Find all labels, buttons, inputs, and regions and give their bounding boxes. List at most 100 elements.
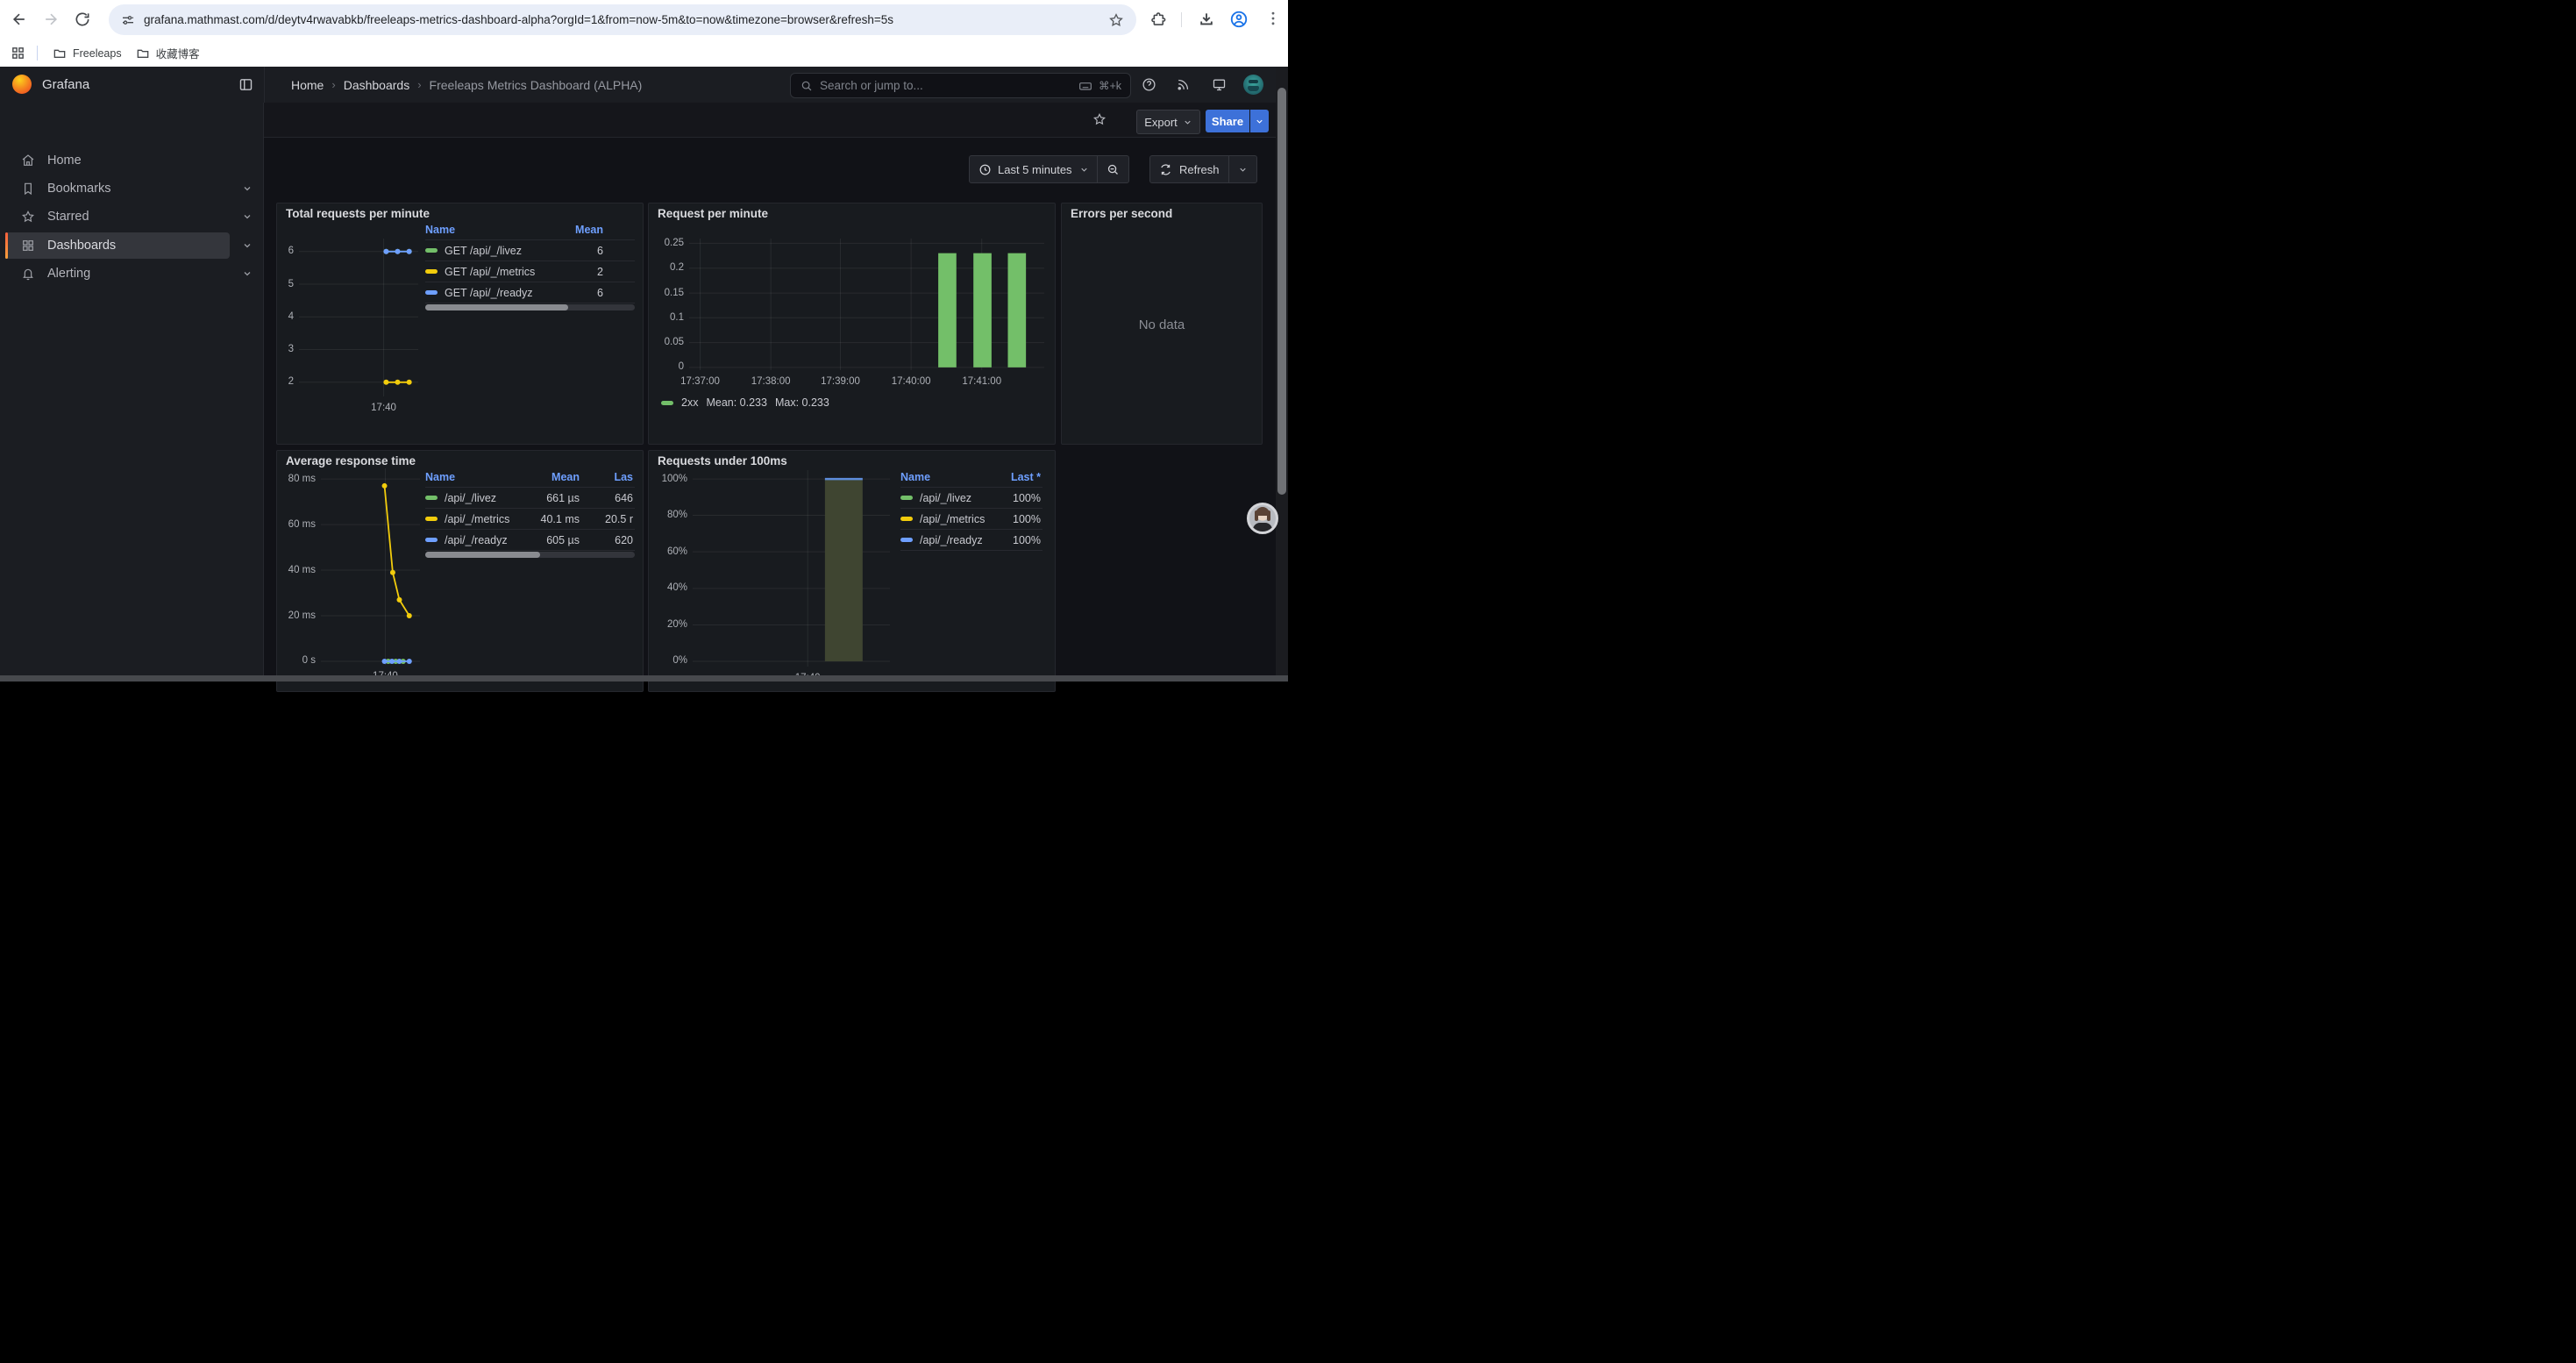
data-point [383, 380, 388, 385]
bookmark-item[interactable]: 收藏博客 [129, 39, 207, 67]
sidebar-item-home[interactable]: Home [5, 147, 230, 174]
legend-row: GET /api/_/livez6 [425, 240, 635, 261]
apps-grid-icon[interactable] [11, 46, 25, 61]
chart-plot-area[interactable] [689, 239, 1044, 370]
legend-row: /api/_/readyz100% [900, 530, 1042, 551]
legend-series-name[interactable]: /api/_/readyz [900, 534, 995, 546]
legend-series-name[interactable]: GET /api/_/metrics [425, 266, 551, 278]
forward-icon[interactable] [42, 11, 60, 28]
assistant-avatar[interactable] [1247, 503, 1278, 534]
grafana-header: Grafana Home›Dashboards›Freeleaps Metric… [0, 67, 1288, 103]
profile-icon[interactable] [1229, 10, 1249, 29]
panel-title[interactable]: Average response time [286, 454, 416, 467]
panel-errors-per-second: Errors per second No data [1061, 203, 1263, 445]
legend-scrollbar[interactable] [425, 552, 635, 558]
panel-title[interactable]: Request per minute [658, 207, 768, 220]
legend-series-name[interactable]: GET /api/_/readyz [425, 287, 551, 299]
y-axis-tick-label: 6 [255, 246, 294, 256]
chevron-down-icon[interactable] [1238, 165, 1248, 175]
site-settings-icon[interactable] [121, 13, 135, 27]
legend-series-name[interactable]: /api/_/readyz [425, 534, 525, 546]
chevron-down-icon[interactable] [242, 240, 253, 251]
share-button[interactable]: Share [1206, 110, 1249, 132]
sidebar-item-label: Starred [47, 210, 89, 224]
legend-col-header[interactable]: Mean [525, 471, 581, 483]
series-color-chip [900, 496, 913, 500]
breadcrumb-item[interactable]: Home [291, 78, 324, 92]
chart-plot-area[interactable] [693, 470, 890, 667]
kiosk-monitor-icon[interactable] [1212, 77, 1227, 92]
sidebar-item-bookmarks[interactable]: Bookmarks [5, 175, 230, 202]
search-input[interactable]: Search or jump to... ⌘+k [790, 73, 1131, 98]
series-name[interactable]: 2xx [681, 396, 698, 409]
grafana-logo[interactable] [12, 75, 32, 94]
bookmark-star-icon[interactable] [1108, 12, 1124, 28]
x-axis-tick-label: 17:41:00 [951, 376, 1013, 387]
legend-value: 6 [551, 287, 605, 299]
panel-title[interactable]: Errors per second [1071, 207, 1172, 220]
breadcrumb-separator-icon: › [324, 78, 343, 91]
legend-series-name[interactable]: /api/_/metrics [900, 513, 995, 525]
url-bar[interactable]: grafana.mathmast.com/d/deytv4rwavabkb/fr… [109, 4, 1136, 35]
search-placeholder: Search or jump to... [820, 79, 1078, 92]
favorite-star-icon[interactable] [1092, 112, 1107, 126]
sidebar-item-alerting[interactable]: Alerting [5, 260, 230, 287]
news-rss-icon[interactable] [1176, 77, 1191, 92]
downloads-icon[interactable] [1198, 11, 1215, 28]
chevron-down-icon[interactable] [242, 268, 253, 279]
export-button[interactable]: Export [1136, 110, 1200, 134]
y-axis-tick-label: 0% [649, 655, 687, 666]
star-icon [21, 210, 35, 224]
legend-col-name[interactable]: Name [425, 224, 551, 236]
sidebar: HomeBookmarks Starred DashboardsAlerting [0, 103, 264, 682]
panel-title[interactable]: Total requests per minute [286, 207, 430, 220]
chart-plot-area[interactable] [321, 468, 420, 665]
vertical-scrollbar-thumb[interactable] [1277, 88, 1286, 495]
legend-series-name[interactable]: GET /api/_/livez [425, 245, 551, 257]
chart-plot-area[interactable] [299, 239, 418, 396]
help-icon[interactable] [1142, 77, 1156, 92]
url-text[interactable]: grafana.mathmast.com/d/deytv4rwavabkb/fr… [144, 13, 1099, 26]
y-axis-tick-label: 0.1 [645, 312, 684, 323]
user-avatar[interactable] [1243, 75, 1263, 95]
reload-icon[interactable] [74, 11, 91, 28]
legend-series-name[interactable]: /api/_/livez [900, 492, 995, 504]
time-range-picker[interactable]: Last 5 minutes [969, 155, 1129, 183]
share-menu-button[interactable] [1250, 110, 1269, 132]
bookmark-item[interactable]: Freeleaps [46, 39, 129, 67]
panel-requests-under-100ms: Requests under 100ms NameLast */api/_/li… [648, 450, 1056, 692]
legend-value: 100% [995, 513, 1042, 525]
data-point [382, 483, 388, 489]
clock-icon [978, 163, 992, 176]
breadcrumb-item[interactable]: Dashboards [344, 78, 410, 92]
legend-col-header[interactable]: Las [581, 471, 635, 483]
legend-inline[interactable]: 2xx Mean: 0.233 Max: 0.233 [661, 396, 829, 409]
chevron-down-icon[interactable] [242, 183, 253, 194]
sidebar-item-starred[interactable]: Starred [5, 203, 230, 230]
horizontal-scrollbar[interactable] [0, 675, 1288, 682]
chevron-down-icon[interactable] [242, 211, 253, 222]
menu-icon[interactable] [1264, 10, 1282, 27]
legend-col-header[interactable]: Mean [551, 224, 605, 236]
y-axis-tick-label: 0 s [277, 655, 316, 666]
legend-value: 2 [551, 266, 605, 278]
sidebar-item-dashboards[interactable]: Dashboards [5, 232, 230, 259]
legend-col-name[interactable]: Name [425, 471, 525, 483]
legend-row: /api/_/livez100% [900, 488, 1042, 509]
back-icon[interactable] [11, 11, 28, 28]
y-axis-tick-label: 40 ms [277, 565, 316, 575]
sidebar-toggle-icon[interactable] [238, 77, 253, 92]
refresh-label: Refresh [1179, 163, 1220, 176]
legend-value: 40.1 ms [525, 513, 581, 525]
data-point [389, 659, 395, 664]
zoom-out-icon[interactable] [1107, 163, 1120, 176]
refresh-button[interactable]: Refresh [1149, 155, 1257, 183]
legend-scrollbar[interactable] [425, 304, 635, 310]
legend-series-name[interactable]: /api/_/livez [425, 492, 525, 504]
legend-col-header[interactable]: Last * [995, 471, 1042, 483]
x-axis-tick-label: 17:39:00 [810, 376, 872, 387]
panel-title[interactable]: Requests under 100ms [658, 454, 787, 467]
extensions-icon[interactable] [1150, 11, 1167, 28]
legend-col-name[interactable]: Name [900, 471, 995, 483]
legend-series-name[interactable]: /api/_/metrics [425, 513, 525, 525]
